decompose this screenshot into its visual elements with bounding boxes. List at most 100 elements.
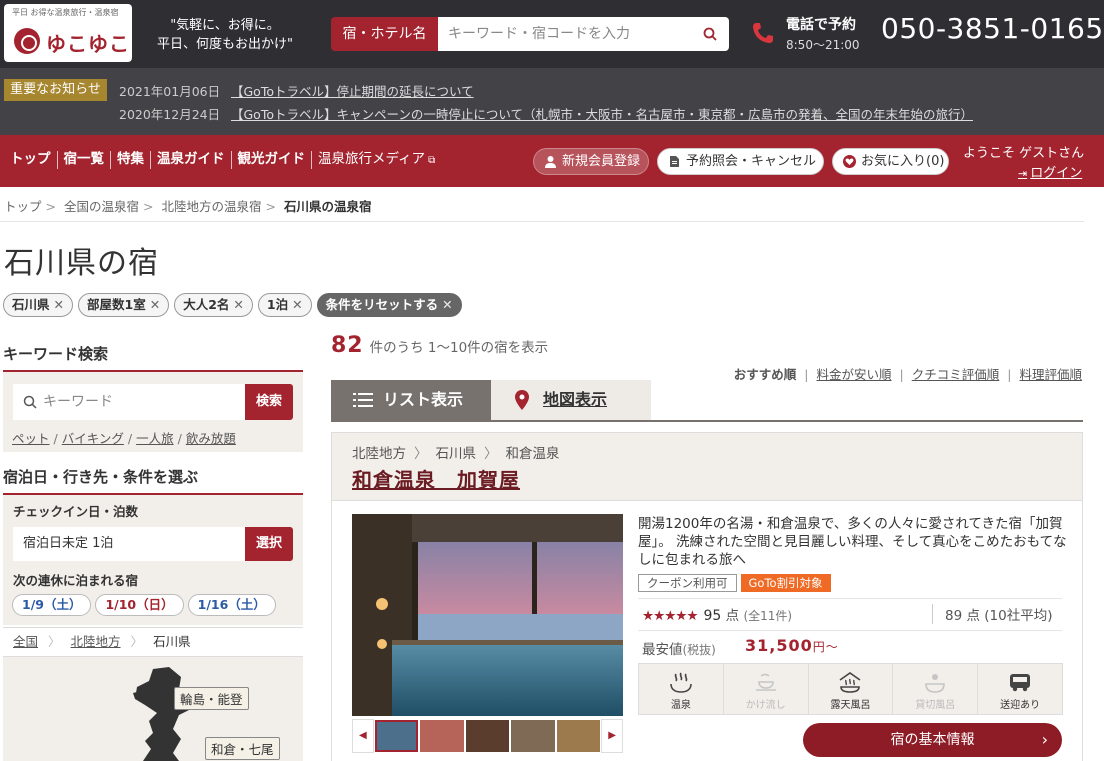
hotel-location-path: 北陸地方〉石川県〉和倉温泉	[352, 442, 560, 462]
tag-separator: /	[127, 431, 133, 446]
region-link[interactable]: 全国	[13, 634, 38, 649]
map-label-wakura-nanao[interactable]: 和倉・七尾	[205, 737, 280, 760]
filter-chips: 石川県 ✕ 部屋数1室 ✕ 大人2名 ✕ 1泊 ✕ 条件をリセットする ✕	[3, 293, 462, 317]
chevron-left-icon[interactable]: ◀	[352, 719, 374, 753]
login-label: ログイン	[1030, 166, 1083, 181]
filter-chip[interactable]: 1泊 ✕	[257, 293, 312, 317]
notice-item: 2020年12月24日 【GoToトラベル】キャンペーンの一時停止について（札幌市…	[119, 104, 973, 123]
hotel-photo[interactable]	[352, 514, 623, 716]
sort-option[interactable]: 料金が安い順	[817, 367, 892, 382]
sort-current: おすすめ順	[733, 367, 797, 382]
thumbnail[interactable]	[374, 720, 419, 752]
tab-map-view[interactable]: 地図表示	[491, 380, 651, 420]
login-link[interactable]: ⇥ ログイン	[1018, 162, 1082, 181]
checkin-date-field[interactable]: 宿泊日未定 1泊	[13, 527, 245, 561]
notice-link[interactable]: 【GoToトラベル】キャンペーンの一時停止について（札幌市・大阪市・名古屋市・東…	[231, 107, 973, 122]
keyword-tag[interactable]: バイキング	[62, 431, 124, 446]
close-icon[interactable]: ✕	[54, 297, 64, 312]
amenity-flowing-spring: かけ流し	[722, 664, 808, 714]
amenity-icons: 温泉 かけ流し 露天風呂 貸切風呂 送迎あり	[638, 663, 1063, 715]
filter-chip[interactable]: 部屋数1室 ✕	[78, 293, 170, 317]
rating-unit: 点	[725, 608, 740, 624]
thumbnail[interactable]	[511, 720, 555, 752]
reservation-lookup-button[interactable]: 予約照会・キャンセル	[657, 148, 824, 175]
search-icon[interactable]	[703, 27, 717, 41]
breadcrumb-item[interactable]: 北陸地方の温泉宿	[161, 199, 261, 214]
close-icon[interactable]: ✕	[292, 297, 302, 312]
result-count-text: 件のうち 1〜10件の宿を表示	[369, 340, 549, 356]
nav-item-features[interactable]: 特集	[110, 151, 150, 169]
chevron-right-icon: 〉	[414, 446, 428, 462]
close-icon[interactable]: ✕	[233, 297, 243, 312]
chevron-right-icon: >	[143, 199, 154, 214]
checkin-select-button[interactable]: 選択	[245, 527, 293, 561]
document-icon	[670, 156, 679, 167]
register-member-button[interactable]: 新規会員登録	[533, 148, 649, 175]
map-label-wajima-noto[interactable]: 輪島・能登	[174, 687, 249, 710]
amenity-label: かけ流し	[745, 700, 786, 711]
external-link-icon: ⧉	[428, 155, 436, 166]
nav-item-top[interactable]: トップ	[6, 151, 57, 169]
reset-filters-chip[interactable]: 条件をリセットする ✕	[316, 293, 462, 317]
breadcrumb-item[interactable]: トップ	[4, 199, 42, 214]
tag-separator: /	[177, 431, 182, 446]
sort-option[interactable]: 料理評価順	[1019, 367, 1082, 382]
divider	[0, 221, 1084, 222]
average-rating: 89 点 (10社平均)	[932, 604, 1053, 624]
sort-separator: |	[899, 367, 904, 382]
tag-separator: /	[53, 431, 58, 446]
keyword-input[interactable]	[13, 384, 213, 420]
region-link[interactable]: 北陸地方	[71, 634, 121, 649]
checkin-label: チェックイン日・泊数	[13, 504, 139, 519]
logo-text: ゆこゆこ	[46, 32, 130, 56]
chevron-right-icon: 〉	[484, 446, 498, 462]
site-logo[interactable]: 平日 お得な温泉旅行・温泉宿 ゆこゆこ	[4, 4, 132, 62]
chevron-right-icon[interactable]: ▶	[601, 719, 623, 753]
close-icon[interactable]: ✕	[150, 297, 160, 312]
filter-chip[interactable]: 石川県 ✕	[3, 293, 73, 317]
holiday-button[interactable]: 1/10（日）	[95, 594, 184, 616]
search-category-label[interactable]: 宿・ホテル名	[331, 17, 438, 51]
keyword-tag[interactable]: 飲み放題	[186, 431, 236, 446]
list-icon	[353, 393, 373, 407]
keyword-tag[interactable]: 一人旅	[136, 431, 174, 446]
keyword-search-button[interactable]: 検索	[245, 384, 293, 420]
hot-spring-icon	[670, 672, 692, 693]
thumbnail[interactable]	[465, 720, 510, 752]
filter-chip-label: 部屋数1室	[87, 297, 146, 312]
review-rating[interactable]: ★★★★★ 95 点 (全11件)	[642, 604, 792, 624]
phone-number[interactable]: 050-3851-0165	[881, 12, 1104, 45]
filter-chip[interactable]: 大人2名 ✕	[174, 293, 253, 317]
holiday-buttons: 1/9（土） 1/10（日） 1/16（土）	[12, 594, 276, 616]
notice-bar: 重要なお知らせ 2021年01月06日 【GoToトラベル】停止期間の延長について…	[0, 68, 1104, 135]
holiday-button[interactable]: 1/16（土）	[187, 594, 276, 616]
tab-list-view[interactable]: リスト表示	[331, 380, 491, 420]
hotel-name-link[interactable]: 和倉温泉 加賀屋	[352, 464, 520, 493]
notice-link[interactable]: 【GoToトラベル】停止期間の延長について	[231, 84, 474, 99]
keyword-tag[interactable]: ペット	[12, 431, 50, 446]
rating-note: (全11件)	[743, 609, 793, 623]
thumbnail[interactable]	[556, 720, 601, 752]
breadcrumb-item[interactable]: 全国の温泉宿	[64, 199, 139, 214]
nav-item-media[interactable]: 温泉旅行メディア ⧉	[311, 151, 441, 169]
nav-item-sightseeing-guide[interactable]: 観光ガイド	[230, 151, 312, 169]
sort-option[interactable]: クチコミ評価順	[912, 367, 1000, 382]
amenity-label: 温泉	[670, 700, 691, 711]
shuttle-bus-icon	[1010, 674, 1031, 692]
amenity-hot-spring: 温泉	[639, 664, 723, 714]
thumbnail[interactable]	[420, 720, 464, 752]
header-search-input[interactable]	[438, 17, 688, 51]
favorites-button[interactable]: お気に入り(0)	[832, 148, 949, 175]
hotel-info-button[interactable]: 宿の基本情報 ›	[803, 723, 1062, 757]
close-icon[interactable]: ✕	[442, 297, 452, 312]
hotel-card-header: 北陸地方〉石川県〉和倉温泉 和倉温泉 加賀屋	[332, 433, 1082, 501]
favorites-label: お気に入り(0)	[861, 154, 945, 169]
filter-chip-label: 石川県	[12, 297, 50, 312]
chevron-right-icon: 〉	[130, 634, 144, 649]
divider	[331, 420, 1083, 422]
page-title: 石川県の宿	[4, 246, 159, 281]
nav-item-onsen-guide[interactable]: 温泉ガイド	[150, 151, 231, 169]
flowing-spring-icon	[755, 673, 776, 691]
nav-item-hotel-list[interactable]: 宿一覧	[56, 151, 111, 169]
holiday-button[interactable]: 1/9（土）	[12, 594, 92, 616]
